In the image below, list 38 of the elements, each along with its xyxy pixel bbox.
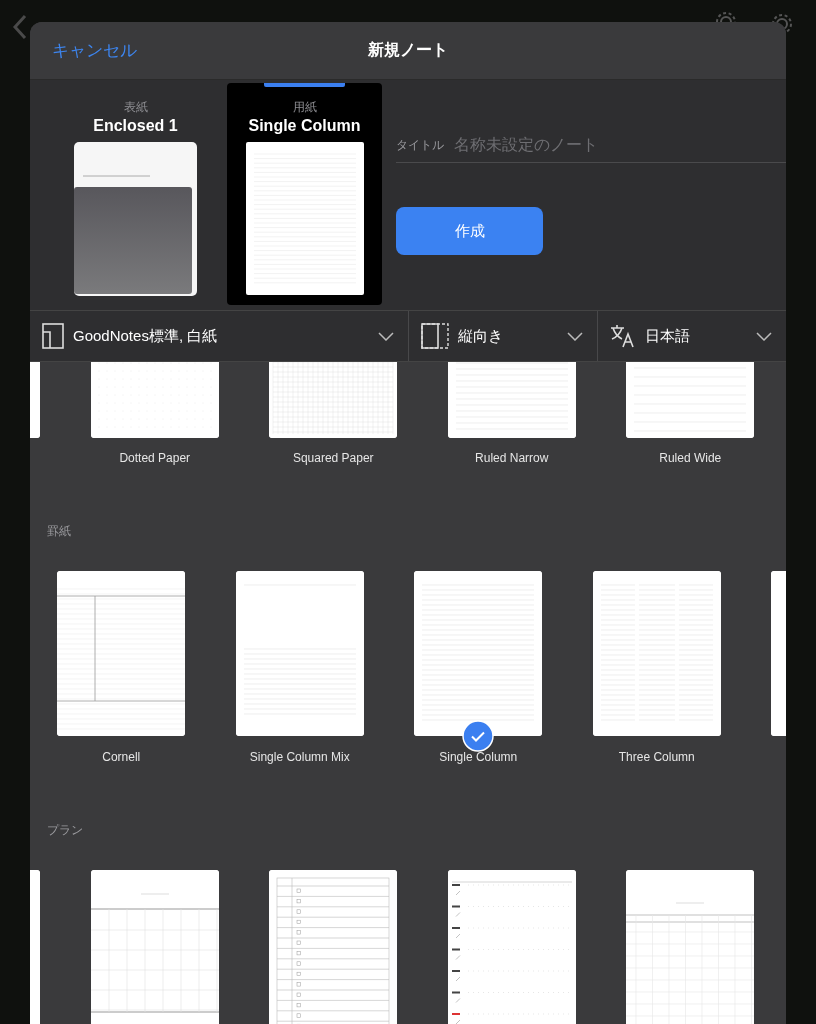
translate-icon (610, 324, 636, 348)
template-name: Ruled Narrow (475, 451, 549, 465)
template-thumbnail[interactable] (57, 571, 186, 736)
template-thumbnail[interactable] (447, 870, 576, 1024)
section-header: 罫紙 (47, 524, 72, 538)
language-dropdown[interactable]: 日本語 (597, 311, 786, 361)
template-name: Dotted Paper (119, 451, 191, 465)
card-name: Enclosed 1 (93, 116, 178, 136)
card-caption: 用紙 (292, 100, 317, 114)
create-button[interactable]: 作成 (396, 207, 543, 255)
template-thumbnail[interactable] (626, 870, 755, 1024)
template-name: Cornell (102, 750, 141, 764)
template-name: Three Column (618, 750, 695, 764)
cover-thumbnail[interactable] (74, 142, 197, 296)
checkmark-icon (462, 720, 495, 752)
card-name: Single Column (248, 116, 361, 136)
template-thumbnail[interactable] (269, 870, 398, 1024)
template-dropdown[interactable]: GoodNotes標準, 白紙 (30, 311, 408, 361)
template-name: Squared Paper (292, 451, 374, 465)
template-name: Single Column Mix (249, 750, 350, 764)
title-label: タイトル (396, 136, 444, 154)
template-name: Ruled Wide (659, 451, 722, 465)
template-thumbnail[interactable] (414, 571, 543, 736)
template-name: Single Column (439, 750, 518, 764)
back-icon[interactable] (12, 14, 28, 40)
dialog-title: 新規ノート (368, 40, 448, 60)
section-header: プラン (47, 823, 84, 837)
chevron-down-icon (756, 331, 772, 341)
orientation-icon (421, 323, 449, 349)
template-thumbnail[interactable] (592, 571, 721, 736)
chevron-down-icon (567, 331, 583, 341)
chevron-down-icon (378, 331, 394, 341)
orientation-dropdown[interactable]: 縦向き (408, 311, 597, 361)
card-caption: 表紙 (123, 100, 148, 114)
paper-thumbnail[interactable] (245, 142, 364, 295)
title-field[interactable]: 名称未設定のノート (454, 136, 786, 154)
page-icon (42, 323, 64, 349)
template-thumbnail[interactable] (235, 571, 364, 736)
